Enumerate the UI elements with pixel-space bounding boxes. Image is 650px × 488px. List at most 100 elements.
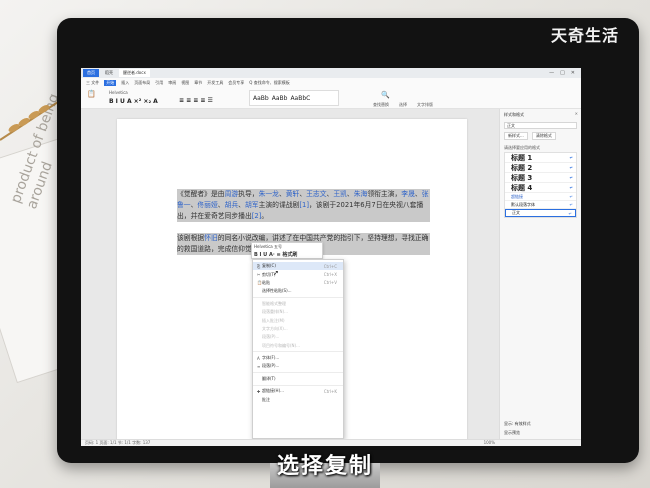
context-menu-item[interactable]: 段落(P)... bbox=[253, 333, 343, 341]
link-run[interactable]: 周游 bbox=[225, 190, 239, 198]
format-tools[interactable]: B I U A ×² ×₂ A bbox=[109, 98, 158, 105]
link-run[interactable]: 朱海 bbox=[354, 190, 368, 198]
style-normal[interactable]: AaBb bbox=[253, 95, 269, 102]
style-heading2[interactable]: AaBbC bbox=[290, 95, 310, 102]
zoom-level[interactable]: 100% bbox=[484, 440, 495, 446]
style-list-item[interactable]: 标题 4 ↵ bbox=[505, 183, 576, 193]
link-run[interactable]: 朱一龙 bbox=[259, 190, 279, 198]
link-run[interactable]: 王志文 bbox=[306, 190, 326, 198]
menu-separator bbox=[253, 297, 343, 299]
menu-review[interactable]: 审阅 bbox=[168, 80, 176, 86]
text-run: 、 bbox=[238, 201, 245, 209]
style-list-item[interactable]: 标题 2 ↵ bbox=[505, 163, 576, 173]
context-menu-item[interactable]: 翻译(T) bbox=[253, 375, 343, 383]
menu-item-shortcut: Ctrl+C bbox=[323, 263, 337, 269]
paragraph-mark-icon: ↵ bbox=[569, 175, 573, 180]
paste-icon[interactable]: 📋 bbox=[87, 90, 96, 98]
mini-font-name[interactable]: Helvetica bbox=[254, 244, 273, 249]
style-heading1[interactable]: AaBb bbox=[272, 95, 288, 102]
style-list-item[interactable]: 正文 ↵ bbox=[505, 209, 576, 217]
menu-layout[interactable]: 页面布局 bbox=[134, 80, 150, 86]
context-menu-item[interactable]: 智能格式整理 bbox=[253, 300, 343, 308]
mini-font[interactable]: Helvetica 五号 bbox=[252, 243, 322, 251]
paragraph-tools[interactable]: ≡ ≡ ≡ ≡ ☰ bbox=[179, 97, 213, 104]
text-run: 的同名小说改编，讲述了 bbox=[217, 234, 293, 242]
menu-member[interactable]: 会员专享 bbox=[228, 80, 244, 86]
text-run: 执导， bbox=[238, 190, 259, 198]
menu-home[interactable]: 开始 bbox=[104, 79, 117, 86]
link-run[interactable]: 王凯 bbox=[333, 190, 347, 198]
style-list-item[interactable]: 超链接 ↵ bbox=[505, 193, 576, 201]
citation[interactable]: [1] bbox=[299, 201, 309, 209]
menu-item-label: 字体(F)... bbox=[262, 355, 280, 361]
show-filter[interactable]: 显示: 有效样式 bbox=[504, 421, 531, 427]
context-menu-item[interactable]: 批注 bbox=[253, 395, 343, 403]
close-pane-icon[interactable]: ✕ bbox=[575, 111, 578, 116]
style-list-item[interactable]: 默认段落字体 ↵ bbox=[505, 201, 576, 209]
link-run[interactable]: 黄轩 bbox=[286, 190, 300, 198]
minimize-icon[interactable]: — bbox=[549, 70, 554, 76]
context-menu-item[interactable]: 插入批注(M) bbox=[253, 316, 343, 324]
context-menu-item[interactable]: ≡ 段落(P)... bbox=[253, 362, 343, 370]
select-label[interactable]: 选择 bbox=[399, 102, 407, 108]
menu-developer[interactable]: 开发工具 bbox=[207, 80, 223, 86]
text-run: 、 bbox=[346, 190, 354, 198]
menu-chapter[interactable]: 章节 bbox=[194, 80, 202, 86]
find-replace-label[interactable]: 查找替换 bbox=[373, 102, 389, 108]
menu-bar: 三 文件 开始 插入 页面布局 引用 审阅 视图 章节 开发工具 会员专享 Q … bbox=[81, 78, 581, 87]
text-run: 。 bbox=[261, 212, 269, 220]
mini-font-size[interactable]: 五号 bbox=[274, 244, 282, 249]
context-menu-item[interactable]: ⎘ 复制(C) Ctrl+C bbox=[253, 262, 343, 271]
styles-task-pane: 样式和格式 ✕ 正文 新样式... 清除格式 请选择要应用的格式 标题 1 ↵ 标题… bbox=[499, 109, 581, 439]
menu-insert[interactable]: 插入 bbox=[121, 80, 129, 86]
text-run: 该剧根据 bbox=[177, 234, 205, 242]
find-replace-icon[interactable]: 🔍 bbox=[381, 91, 390, 99]
context-menu-item[interactable]: A 字体(F)... bbox=[253, 354, 343, 362]
wheat-decoration bbox=[0, 101, 59, 141]
link-run[interactable]: 怀旧 bbox=[204, 234, 218, 242]
close-icon[interactable]: ✕ bbox=[571, 70, 575, 76]
tab-docer[interactable]: 稻壳 bbox=[101, 69, 117, 77]
citation[interactable]: [2] bbox=[252, 212, 262, 220]
font-name-box[interactable]: Helvetica bbox=[109, 90, 128, 95]
menu-separator bbox=[253, 372, 343, 374]
style-list-item[interactable]: 标题 3 ↵ bbox=[505, 173, 576, 183]
context-menu-item[interactable]: 项目符号和编号(N)... bbox=[253, 342, 343, 350]
context-menu-item[interactable]: 段落重排(N)... bbox=[253, 308, 343, 316]
menu-item-shortcut: Ctrl+X bbox=[323, 272, 337, 278]
style-list: 标题 1 ↵ 标题 2 ↵ 标题 3 ↵ 标题 4 ↵ 超链接 ↵ 默认段落字体 ↵ 正文 ↵ bbox=[504, 152, 577, 218]
paragraph-mark-icon: ↵ bbox=[569, 165, 573, 170]
tab-document[interactable]: 醒逆者.docx bbox=[119, 69, 150, 77]
show-preview-checkbox[interactable]: 显示预览 bbox=[504, 430, 520, 436]
menu-file[interactable]: 三 文件 bbox=[86, 80, 99, 86]
task-pane-title: 样式和格式 bbox=[504, 112, 524, 117]
link-run[interactable]: 李晟 bbox=[401, 190, 415, 198]
style-list-item[interactable]: 标题 1 ↵ bbox=[505, 153, 576, 163]
menu-separator bbox=[253, 351, 343, 353]
text-layout-label[interactable]: 文字排版 bbox=[417, 102, 433, 108]
link-run[interactable]: 胡兵 bbox=[225, 201, 239, 209]
command-search[interactable]: Q 查找命令、搜索模板 bbox=[249, 80, 289, 86]
task-pane-buttons: 新样式... 清除格式 bbox=[500, 130, 581, 142]
menu-item-label: 复制(C) bbox=[262, 263, 276, 269]
paragraph-1[interactable]: 《觉醒者》是由周游执导，朱一龙、黄轩、王志文、王凯、朱海领衔主演，李晟、张鲁一、… bbox=[177, 189, 430, 222]
context-menu-item[interactable]: ✚ 超链接(H)... Ctrl+K bbox=[253, 387, 343, 395]
tab-home[interactable]: 首页 bbox=[83, 69, 99, 77]
mini-tools[interactable]: B I U A· ≡ 格式刷 bbox=[252, 251, 322, 258]
style-label: 标题 3 bbox=[511, 173, 533, 182]
context-menu-item[interactable]: ✂ 剪切(T) Ctrl+X bbox=[253, 270, 343, 278]
menu-item-label: 段落(P)... bbox=[262, 363, 280, 369]
context-menu-item[interactable]: 选择性粘贴(S)... bbox=[253, 287, 343, 295]
menu-references[interactable]: 引用 bbox=[155, 80, 163, 86]
link-run[interactable]: 佟丽娅 bbox=[197, 201, 217, 209]
menu-view[interactable]: 视图 bbox=[181, 80, 189, 86]
context-menu-item[interactable]: 📋 粘贴 Ctrl+V bbox=[253, 279, 343, 287]
clear-format-button[interactable]: 清除格式 bbox=[531, 132, 556, 140]
link-run[interactable]: 胡军 bbox=[245, 201, 259, 209]
context-menu-item[interactable]: 文字方向(X)... bbox=[253, 325, 343, 333]
new-style-button[interactable]: 新样式... bbox=[504, 132, 528, 140]
style-label: 标题 2 bbox=[511, 163, 533, 172]
maximize-icon[interactable]: □ bbox=[560, 70, 565, 76]
menu-item-label: 文字方向(X)... bbox=[262, 325, 288, 331]
current-style-select[interactable]: 正文 bbox=[504, 122, 577, 129]
